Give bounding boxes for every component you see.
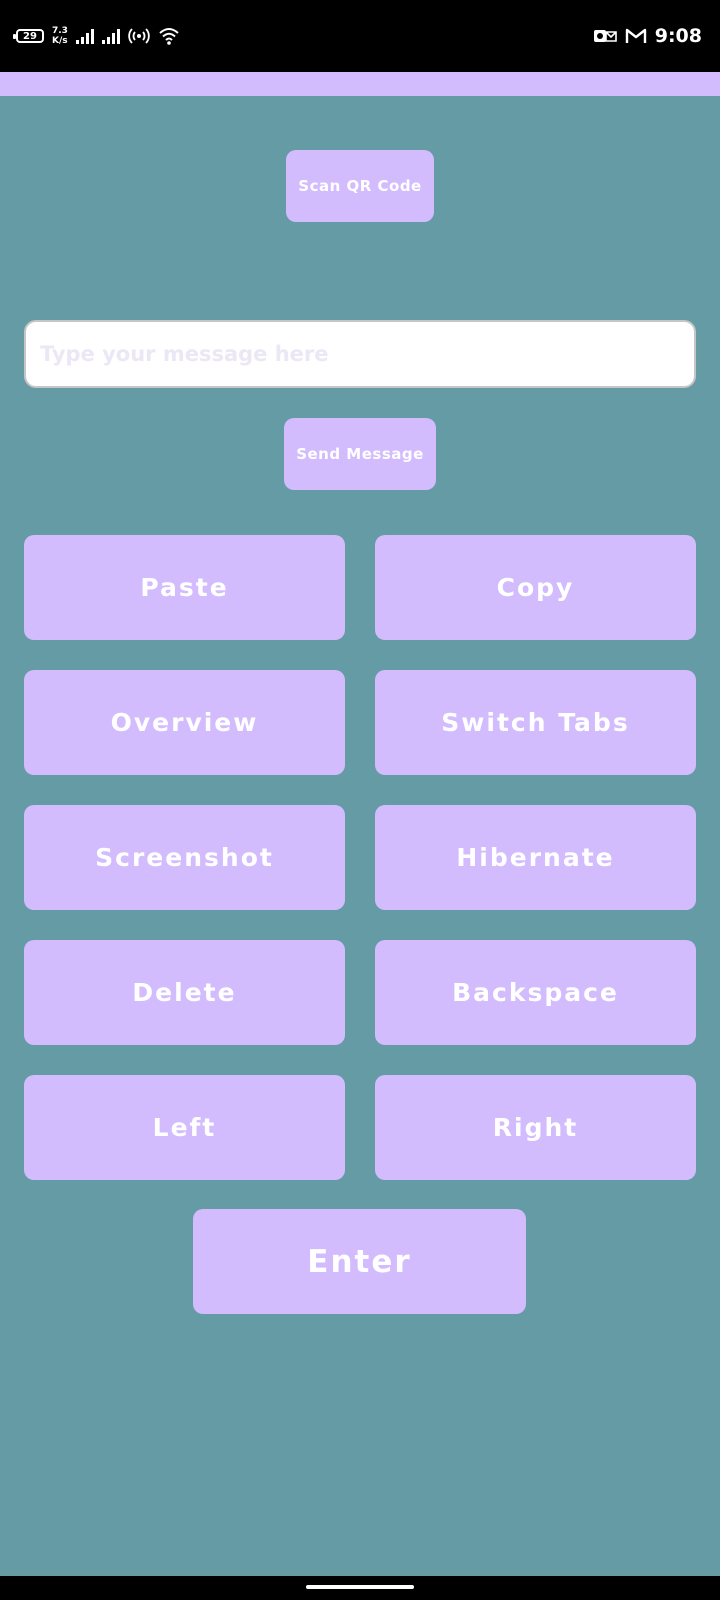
status-bar: 29 7.3 K/s 9:08 xyxy=(0,0,720,72)
hotspot-icon xyxy=(128,28,150,44)
copy-button[interactable]: Copy xyxy=(375,535,696,640)
network-speed-unit: K/s xyxy=(52,36,68,46)
paste-button[interactable]: Paste xyxy=(24,535,345,640)
message-input[interactable] xyxy=(24,320,696,388)
screenshot-button[interactable]: Screenshot xyxy=(24,805,345,910)
status-bar-left: 29 7.3 K/s xyxy=(13,22,180,50)
signal-icon xyxy=(75,28,94,44)
battery-icon: 29 xyxy=(13,29,44,43)
scan-qr-code-button[interactable]: Scan QR Code xyxy=(286,150,434,222)
signal-icon-2 xyxy=(101,28,120,44)
navigation-bar xyxy=(0,1576,720,1600)
battery-level: 29 xyxy=(23,30,37,42)
switch-tabs-button[interactable]: Switch Tabs xyxy=(375,670,696,775)
top-app-bar xyxy=(0,72,720,96)
right-button[interactable]: Right xyxy=(375,1075,696,1180)
gmail-icon xyxy=(625,28,646,43)
outlook-icon xyxy=(593,30,617,42)
enter-button[interactable]: Enter xyxy=(193,1209,526,1314)
left-button[interactable]: Left xyxy=(24,1075,345,1180)
network-speed-value: 7.3 xyxy=(52,26,68,36)
home-indicator[interactable] xyxy=(306,1585,414,1589)
network-speed: 7.3 K/s xyxy=(52,26,68,46)
send-message-button[interactable]: Send Message xyxy=(284,418,436,490)
status-bar-right: 9:08 xyxy=(593,22,702,50)
status-time: 9:08 xyxy=(654,25,702,47)
backspace-button[interactable]: Backspace xyxy=(375,940,696,1045)
overview-button[interactable]: Overview xyxy=(24,670,345,775)
wifi-icon xyxy=(159,28,179,45)
hibernate-button[interactable]: Hibernate xyxy=(375,805,696,910)
delete-button[interactable]: Delete xyxy=(24,940,345,1045)
